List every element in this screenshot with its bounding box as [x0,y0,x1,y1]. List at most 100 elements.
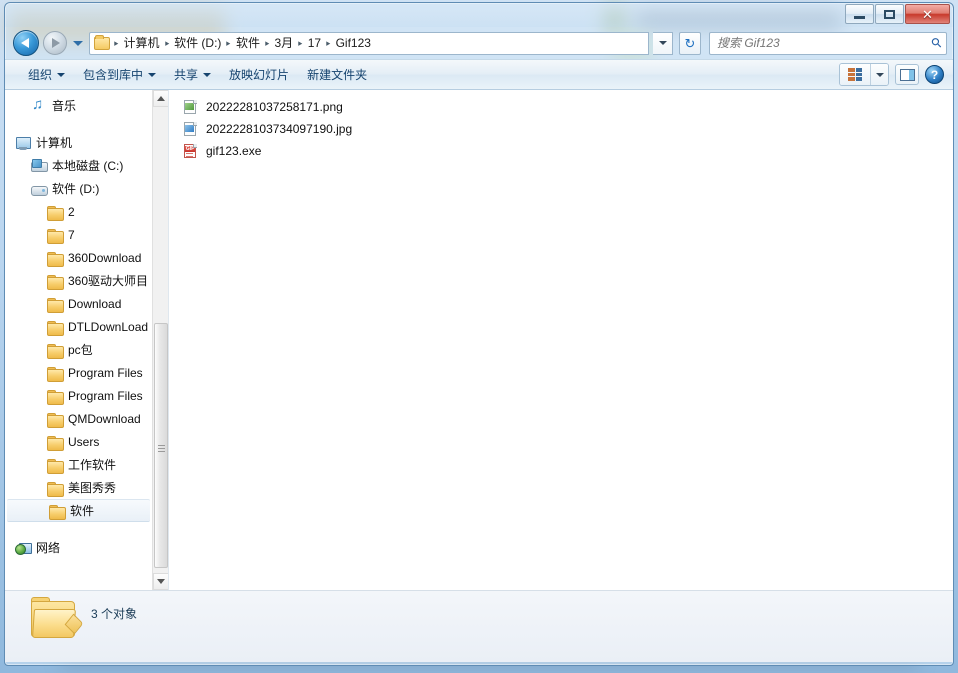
toolbar-item-include-in-library[interactable]: 包含到库中 [74,62,165,87]
folder-icon [47,458,64,474]
breadcrumb-item-computer[interactable]: 计算机 [121,33,163,53]
breadcrumb-item-17[interactable]: 17 [305,33,324,53]
toolbar-item-new-folder[interactable]: 新建文件夹 [298,62,376,87]
folder-icon [47,251,64,267]
minimize-button[interactable] [845,4,874,24]
sidebar-item-work-software[interactable]: 工作软件 [5,453,152,476]
file-name: 2022228103734097190.jpg [206,122,353,136]
chevron-down-icon [658,41,667,45]
command-toolbar: 组织 包含到库中 共享 放映幻灯片 新建文件夹 ? [5,59,953,90]
file-name: gif123.exe [206,144,262,158]
sidebar-item-label: 工作软件 [68,458,117,472]
jpg-file-icon [183,121,199,137]
explorer-body: 音乐 计算机 本地磁盘 (C:) 软件 (D:) 2 [5,90,953,590]
breadcrumb[interactable]: ▸ 计算机 ▸ 软件 (D:) ▸ 软件 ▸ 3月 ▸ 17 ▸ Gif123 [89,31,649,55]
toolbar-label: 包含到库中 [83,68,144,82]
list-item[interactable]: 20222281037258171.png [179,96,953,118]
sidebar-item-qmdownload[interactable]: QMDownload [5,407,152,430]
sidebar-item-dtldownload[interactable]: DTLDownLoad [5,315,152,338]
sidebar-item-program-files[interactable]: Program Files [5,361,152,384]
sidebar-item-folder-7[interactable]: 7 [5,223,152,246]
folder-icon [47,343,64,359]
sidebar-item-meitu[interactable]: 美图秀秀 [5,476,152,499]
views-control-group [839,63,889,86]
breadcrumb-item-march[interactable]: 3月 [271,33,296,53]
sidebar-item-local-disk-c[interactable]: 本地磁盘 (C:) [5,154,152,177]
title-bar[interactable]: ✕ [5,3,953,27]
scrollbar-thumb[interactable] [154,323,168,568]
folder-icon [94,34,110,50]
sidebar-item-download[interactable]: Download [5,292,152,315]
close-icon: ✕ [922,6,933,22]
scroll-up-button[interactable] [153,90,168,107]
chevron-down-icon [203,72,212,77]
address-dropdown-button[interactable] [653,31,673,55]
close-button[interactable]: ✕ [905,4,950,24]
drive-c-icon [31,158,48,174]
sidebar-item-label: 360驱动大师目 [68,274,149,288]
sidebar-item-label: 音乐 [52,99,77,113]
back-button[interactable] [13,30,39,56]
sidebar-item-computer[interactable]: 计算机 [5,131,152,154]
forward-button[interactable] [43,31,67,55]
sidebar-item-label: Program Files [68,388,143,403]
explorer-window: ✕ ▸ 计算机 ▸ 软件 (D:) ▸ 软件 ▸ 3月 ▸ 17 ▸ Gif12… [4,2,954,666]
folder-icon [47,481,64,497]
window-controls: ✕ [844,4,950,24]
refresh-button[interactable]: ↻ [679,31,701,55]
sidebar-item-label: Program Files [68,365,143,380]
computer-icon [15,135,31,151]
sidebar-item-label: 网络 [36,541,61,555]
folder-icon [47,228,64,244]
scroll-down-button[interactable] [153,573,168,590]
view-grid-icon [848,68,862,81]
change-view-button[interactable] [840,64,870,85]
sidebar-item-network[interactable]: 网络 [5,536,152,559]
toolbar-item-organize[interactable]: 组织 [19,62,74,87]
list-item[interactable]: GIF gif123.exe [179,140,953,162]
breadcrumb-separator: ▸ [114,38,119,48]
toolbar-item-slideshow[interactable]: 放映幻灯片 [220,62,298,87]
drive-icon [31,181,48,197]
minimize-icon [854,15,865,19]
breadcrumb-item-ruanjian[interactable]: 软件 [233,33,263,53]
png-file-icon [183,99,199,115]
sidebar-scrollbar[interactable] [152,90,168,590]
address-bar: ▸ 计算机 ▸ 软件 (D:) ▸ 软件 ▸ 3月 ▸ 17 ▸ Gif123 … [5,27,953,59]
folder-icon [47,435,64,451]
sidebar-item-users[interactable]: Users [5,430,152,453]
list-item[interactable]: 2022228103734097190.jpg [179,118,953,140]
sidebar-item-folder-2[interactable]: 2 [5,200,152,223]
toolbar-item-share[interactable]: 共享 [165,62,220,87]
chevron-down-icon [57,72,66,77]
sidebar-item-360driver[interactable]: 360驱动大师目 [5,269,152,292]
search-input[interactable] [717,36,933,50]
sidebar-item-pcbao[interactable]: pc包 [5,338,152,361]
sidebar-item-360download[interactable]: 360Download [5,246,152,269]
breadcrumb-item-gif123[interactable]: Gif123 [333,33,374,53]
preview-pane-icon [899,68,915,81]
file-list-view[interactable]: 20222281037258171.png 202222810373409719… [169,90,953,590]
breadcrumb-item-drive-d[interactable]: 软件 (D:) [171,33,224,53]
chevron-down-icon [875,72,884,77]
sidebar-item-label: pc包 [68,343,93,357]
sidebar-item-label: 2 [68,204,75,219]
maximize-button[interactable] [875,4,904,24]
sidebar-item-program-files-x86[interactable]: Program Files [5,384,152,407]
sidebar-item-label: 软件 (D:) [52,182,100,196]
sidebar-item-label: 计算机 [36,136,73,150]
sidebar-item-label: 7 [68,227,75,242]
preview-pane-button[interactable] [895,64,919,85]
sidebar-item-music[interactable]: 音乐 [5,94,152,117]
sidebar-item-label: 软件 [70,504,95,518]
help-button[interactable]: ? [925,65,944,84]
sidebar-item-ruanjian[interactable]: 软件 [7,499,150,522]
sidebar-item-drive-d[interactable]: 软件 (D:) [5,177,152,200]
navigation-pane: 音乐 计算机 本地磁盘 (C:) 软件 (D:) 2 [5,90,169,590]
folder-icon [47,320,64,336]
navigation-tree: 音乐 计算机 本地磁盘 (C:) 软件 (D:) 2 [5,90,152,590]
search-box[interactable]: ⚲ [709,31,947,55]
recent-locations-button[interactable] [71,40,85,46]
view-dropdown-button[interactable] [870,64,888,85]
